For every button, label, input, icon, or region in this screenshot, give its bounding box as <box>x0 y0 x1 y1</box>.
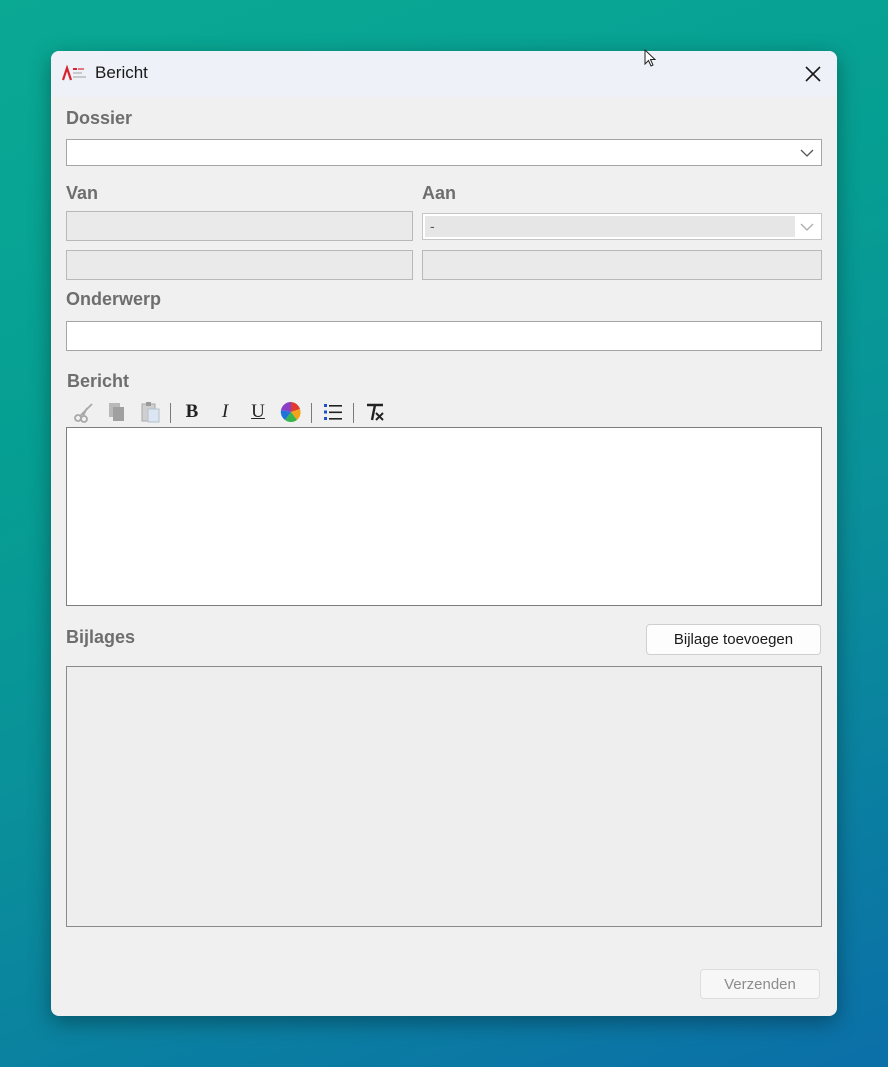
aan-selected-value: - <box>430 218 435 234</box>
chevron-down-icon <box>800 149 814 157</box>
toolbar-separator <box>170 403 171 423</box>
toolbar-separator <box>353 403 354 423</box>
underline-button[interactable]: U <box>245 399 271 425</box>
send-button[interactable]: Verzenden <box>700 969 820 999</box>
title-bar: Bericht <box>51 51 837 97</box>
message-dialog: Bericht Dossier Van Aan - Onderwerp Beri… <box>51 51 837 1016</box>
close-button[interactable] <box>789 51 837 97</box>
onderwerp-input[interactable] <box>66 321 822 351</box>
add-attachment-button[interactable]: Bijlage toevoegen <box>646 624 821 655</box>
app-logo-icon <box>61 64 88 83</box>
window-title: Bericht <box>95 63 148 82</box>
van-field-2 <box>66 250 413 280</box>
italic-button[interactable]: I <box>212 399 238 425</box>
onderwerp-label: Onderwerp <box>66 289 162 309</box>
aan-label: Aan <box>422 183 457 203</box>
van-label: Van <box>66 183 99 203</box>
message-body-editor[interactable] <box>66 427 822 606</box>
text-color-icon[interactable] <box>278 399 304 425</box>
dossier-select[interactable] <box>66 139 822 166</box>
aan-field-2 <box>422 250 822 280</box>
bullet-list-icon[interactable] <box>320 399 346 425</box>
bericht-label: Bericht <box>67 371 130 391</box>
aan-select-value-area: - <box>425 216 795 237</box>
bold-button[interactable]: B <box>179 399 205 425</box>
copy-icon[interactable] <box>104 399 130 425</box>
toolbar-separator <box>311 403 312 423</box>
chevron-down-icon <box>800 223 814 231</box>
close-icon <box>805 66 821 82</box>
clear-format-icon[interactable] <box>362 399 388 425</box>
paste-icon[interactable] <box>137 399 163 425</box>
van-field <box>66 211 413 241</box>
cut-icon[interactable] <box>71 399 97 425</box>
aan-select: - <box>422 213 822 240</box>
dossier-label: Dossier <box>66 108 133 128</box>
attachments-list[interactable] <box>66 666 822 927</box>
bijlages-label: Bijlages <box>66 627 136 647</box>
mouse-cursor-icon <box>644 49 657 67</box>
